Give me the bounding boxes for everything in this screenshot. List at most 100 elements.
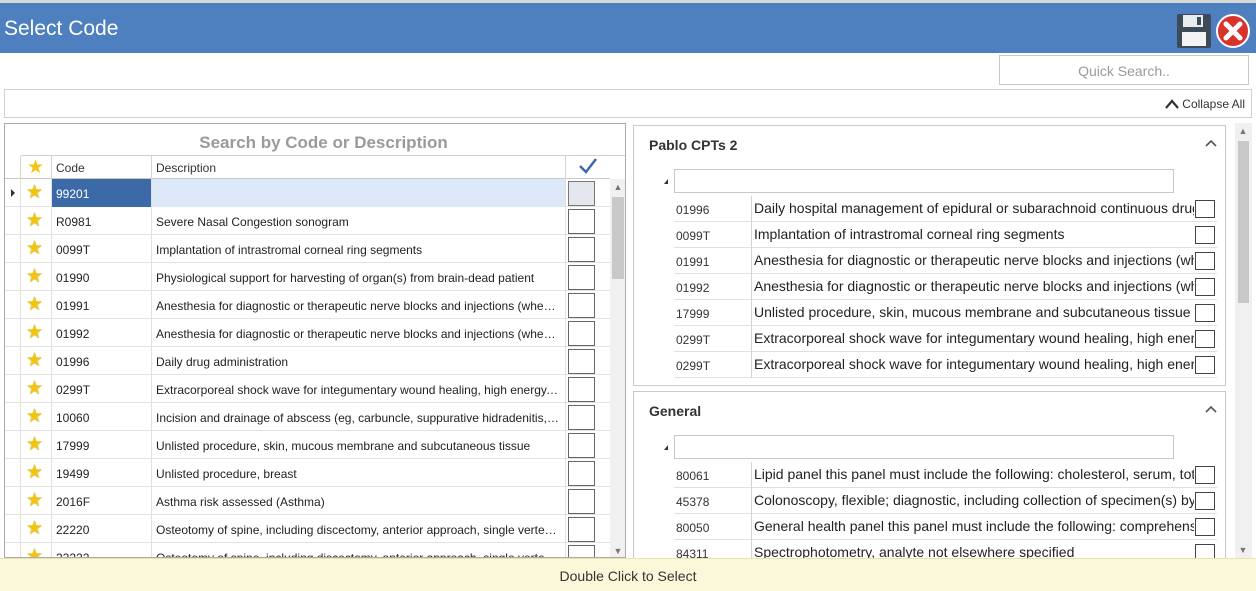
table-row[interactable]: ★ R0981 Severe Nasal Congestion sonogram [5, 207, 610, 235]
scroll-up-arrow-icon[interactable]: ▲ [610, 179, 625, 195]
list-item[interactable]: 80050 General health panel this panel mus… [674, 514, 1217, 540]
favorite-cell[interactable]: ★ [21, 207, 52, 235]
table-row[interactable]: ★ 0099T Implantation of intrastromal corne… [5, 235, 610, 263]
star-icon: ★ [27, 157, 45, 178]
code-cell: 17999 [674, 300, 752, 326]
description-cell: Implantation of intrastromal corneal rin… [152, 235, 566, 263]
grid-scrollbar[interactable]: ▲ ▼ [610, 179, 625, 557]
groups-scrollbar[interactable]: ▲ ▼ [1235, 123, 1252, 558]
select-checkbox[interactable] [1195, 278, 1215, 296]
list-item[interactable]: 45378 Colonoscopy, flexible; diagnostic, … [674, 488, 1217, 514]
select-checkbox[interactable] [1195, 518, 1215, 536]
chevron-up-icon[interactable] [1205, 138, 1217, 148]
list-item[interactable]: 84311 Spectrophotometry, analyte not else… [674, 540, 1217, 558]
code-cell: 0099T [674, 222, 752, 248]
select-checkbox[interactable] [568, 545, 595, 557]
select-checkbox[interactable] [568, 181, 595, 206]
favorite-cell[interactable]: ★ [21, 319, 52, 347]
select-column-header[interactable] [566, 156, 610, 179]
favorite-cell[interactable]: ★ [21, 263, 52, 291]
code-cell: 17999 [52, 431, 152, 459]
code-column-header[interactable]: Code [52, 156, 152, 179]
table-row[interactable]: ★ 0299T Extracorporeal shock wave for inte… [5, 375, 610, 403]
group-filter-input[interactable] [674, 169, 1174, 193]
row-indicator [5, 347, 21, 375]
table-row[interactable]: ★ 99201 [5, 179, 610, 207]
select-checkbox[interactable] [1195, 492, 1215, 510]
table-row[interactable]: ★ 01996 Daily drug administration [5, 347, 610, 375]
scroll-thumb[interactable] [612, 197, 624, 279]
select-checkbox[interactable] [568, 265, 595, 290]
select-cell [566, 319, 610, 347]
select-checkbox[interactable] [568, 433, 595, 458]
select-checkbox[interactable] [1195, 226, 1215, 244]
scroll-up-arrow-icon[interactable]: ▲ [1235, 123, 1251, 139]
table-row[interactable]: ★ 2016F Asthma risk assessed (Asthma) [5, 487, 610, 515]
description-column-header[interactable]: Description [152, 156, 566, 179]
list-item[interactable]: 17999 Unlisted procedure, skin, mucous me… [674, 300, 1217, 326]
list-item[interactable]: 0099T Implantation of intrastromal cornea… [674, 222, 1217, 248]
save-button[interactable] [1175, 12, 1213, 50]
list-item[interactable]: 01991 Anesthesia for diagnostic or therap… [674, 248, 1217, 274]
select-checkbox[interactable] [1195, 304, 1215, 322]
scroll-down-arrow-icon[interactable]: ▼ [1235, 542, 1251, 558]
star-icon: ★ [26, 378, 44, 399]
select-checkbox[interactable] [568, 461, 595, 486]
select-cell [566, 515, 610, 543]
row-indicator [5, 235, 21, 263]
list-item[interactable]: 01992 Anesthesia for diagnostic or therap… [674, 274, 1217, 300]
favorite-cell[interactable]: ★ [21, 459, 52, 487]
select-checkbox[interactable] [568, 237, 595, 262]
checkmark-icon [579, 158, 597, 174]
select-checkbox[interactable] [1195, 252, 1215, 270]
close-button[interactable] [1215, 13, 1251, 49]
code-search-input[interactable]: Search by Code or Description [21, 124, 625, 156]
scroll-down-arrow-icon[interactable]: ▼ [610, 543, 625, 557]
favorite-cell[interactable]: ★ [21, 403, 52, 431]
favorite-cell[interactable]: ★ [21, 515, 52, 543]
table-row[interactable]: ★ 01990 Physiological support for harvesti… [5, 263, 610, 291]
favorite-cell[interactable]: ★ [21, 543, 52, 557]
select-checkbox[interactable] [1195, 466, 1215, 484]
select-checkbox[interactable] [568, 489, 595, 514]
chevron-up-icon[interactable] [1205, 404, 1217, 414]
select-checkbox[interactable] [568, 405, 595, 430]
select-checkbox[interactable] [1195, 330, 1215, 348]
favorite-cell[interactable]: ★ [21, 347, 52, 375]
select-checkbox[interactable] [568, 209, 595, 234]
select-checkbox[interactable] [1195, 200, 1215, 218]
select-checkbox[interactable] [568, 293, 595, 318]
select-checkbox[interactable] [568, 321, 595, 346]
favorite-cell[interactable]: ★ [21, 487, 52, 515]
select-checkbox[interactable] [1195, 356, 1215, 374]
table-row[interactable]: ★ 01991 Anesthesia for diagnostic or thera… [5, 291, 610, 319]
quick-search-input[interactable]: Quick Search.. [999, 55, 1249, 85]
group-filter-input[interactable] [674, 435, 1174, 459]
table-row[interactable]: ★ 19499 Unlisted procedure, breast [5, 459, 610, 487]
table-row[interactable]: ★ 22222 Osteotomy of spine, including disc… [5, 543, 610, 557]
select-checkbox[interactable] [568, 349, 595, 374]
favorite-cell[interactable]: ★ [21, 431, 52, 459]
list-item[interactable]: 0299T Extracorporeal shock wave for integ… [674, 352, 1217, 378]
table-row[interactable]: ★ 17999 Unlisted procedure, skin, mucous m… [5, 431, 610, 459]
list-item[interactable]: 0299T Extracorporeal shock wave for integ… [674, 326, 1217, 352]
row-indicator [5, 515, 21, 543]
list-item[interactable]: 80061 Lipid panel this panel must include… [674, 462, 1217, 488]
favorite-cell[interactable]: ★ [21, 179, 52, 207]
grid-header: ★ Code Description [5, 156, 610, 179]
code-cell: 2016F [52, 487, 152, 515]
select-checkbox[interactable] [1195, 544, 1215, 558]
table-row[interactable]: ★ 01992 Anesthesia for diagnostic or thera… [5, 319, 610, 347]
favorite-cell[interactable]: ★ [21, 375, 52, 403]
table-row[interactable]: ★ 22220 Osteotomy of spine, including disc… [5, 515, 610, 543]
collapse-all-button[interactable]: Collapse All [1164, 97, 1245, 111]
scroll-thumb[interactable] [1238, 141, 1249, 303]
select-checkbox[interactable] [568, 517, 595, 542]
select-checkbox[interactable] [568, 377, 595, 402]
favorite-cell[interactable]: ★ [21, 291, 52, 319]
select-cell [566, 403, 610, 431]
list-item[interactable]: 01996 Daily hospital management of epidur… [674, 196, 1217, 222]
favorite-column-header[interactable]: ★ [21, 156, 52, 179]
favorite-cell[interactable]: ★ [21, 235, 52, 263]
table-row[interactable]: ★ 10060 Incision and drainage of abscess (… [5, 403, 610, 431]
